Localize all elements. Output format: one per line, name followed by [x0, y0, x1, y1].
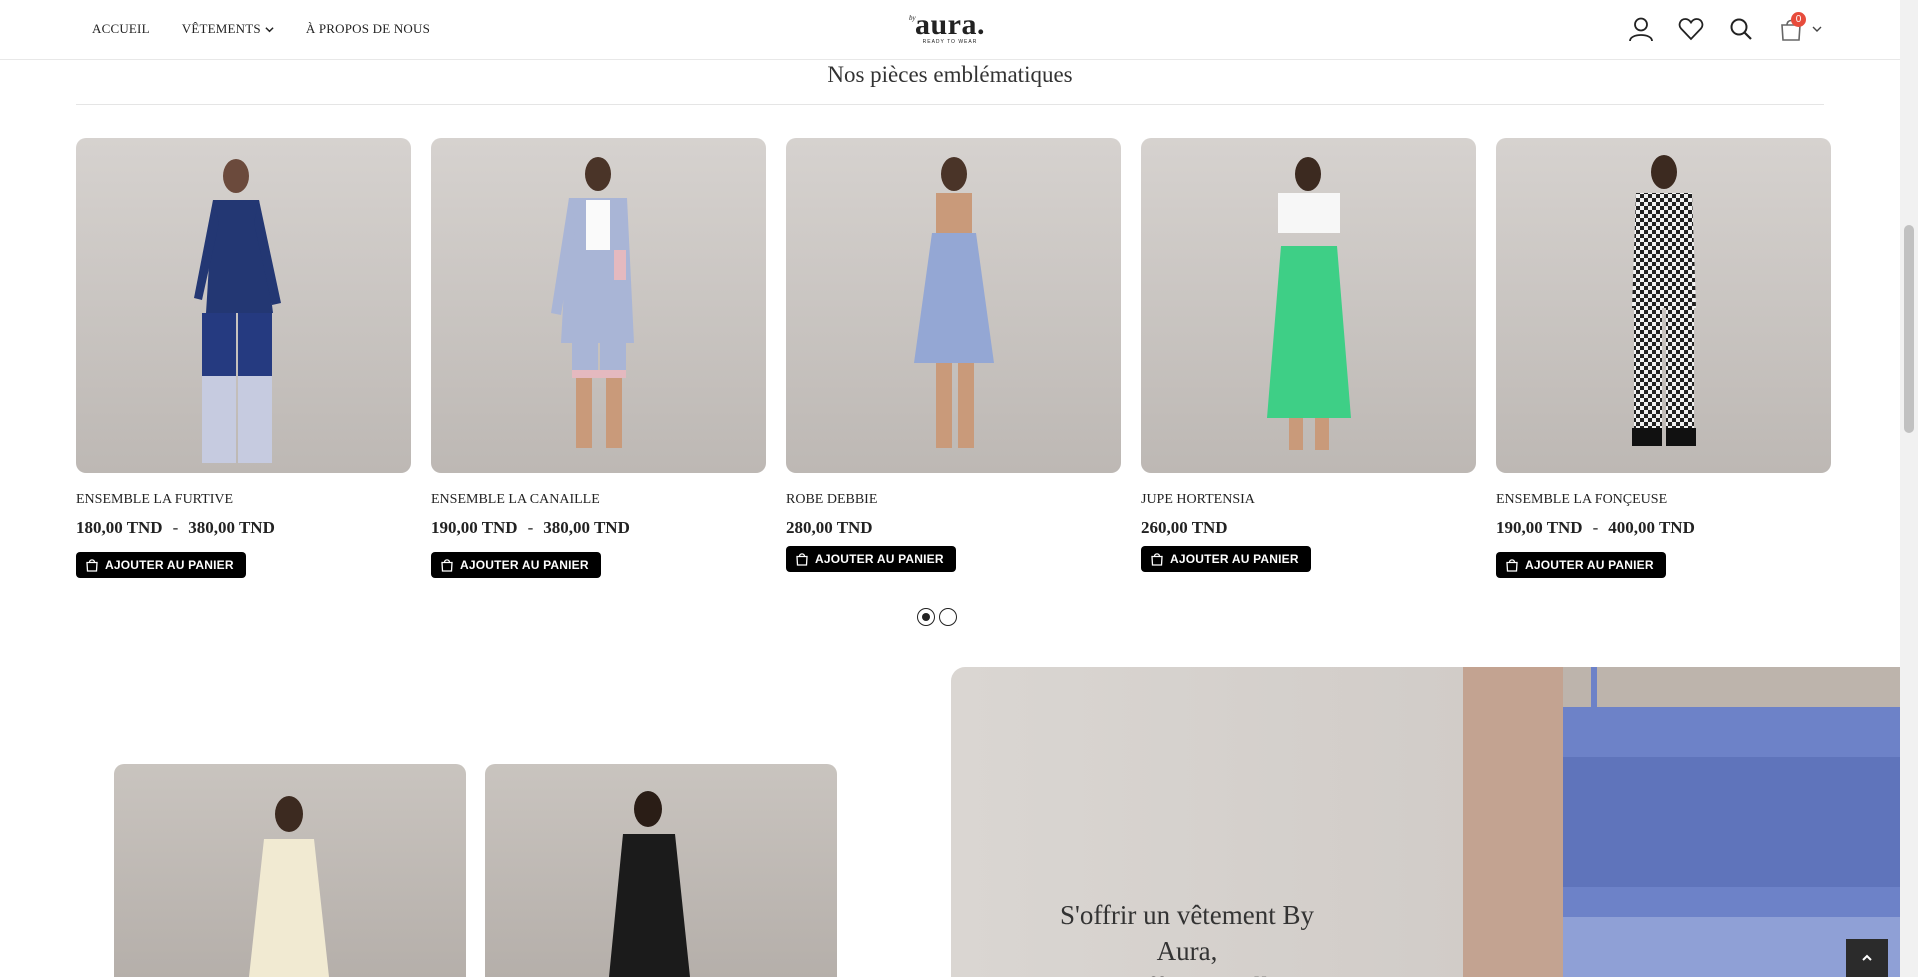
chevron-down-icon — [265, 26, 274, 32]
product-card: ENSEMBLE LA FONÇEUSE 190,00 TND -400,00 T… — [1496, 138, 1831, 578]
product-name[interactable]: ENSEMBLE LA CANAILLE — [431, 492, 766, 508]
nav-vetements[interactable]: VÊTEMENTS — [182, 21, 274, 37]
site-logo[interactable]: by aura. READY TO WEAR — [905, 10, 995, 48]
add-to-cart-button[interactable]: AJOUTER AU PANIER — [76, 552, 246, 578]
bag-icon — [86, 559, 98, 572]
product-name[interactable]: ROBE DEBBIE — [786, 492, 1121, 508]
add-to-cart-button[interactable]: AJOUTER AU PANIER — [431, 552, 601, 578]
product-card: JUPE HORTENSIA 260,00 TND AJOUTER AU PAN… — [1141, 138, 1476, 572]
product-price: 260,00 TND — [1141, 518, 1228, 537]
carousel-dot-1[interactable] — [917, 608, 935, 626]
product-name[interactable]: JUPE HORTENSIA — [1141, 492, 1476, 508]
logo-name: aura. — [915, 8, 985, 41]
product-image[interactable] — [76, 138, 411, 473]
carousel-dot-2[interactable] — [939, 608, 957, 626]
back-to-top-button[interactable] — [1846, 939, 1888, 977]
add-to-cart-button[interactable]: AJOUTER AU PANIER — [786, 546, 956, 572]
product-price: 190,00 TND -400,00 TND — [1496, 518, 1695, 537]
chevron-up-icon — [1862, 954, 1872, 961]
model-figure — [914, 157, 994, 448]
add-to-cart-button[interactable]: AJOUTER AU PANIER — [1496, 552, 1666, 578]
account-button[interactable] — [1626, 14, 1656, 44]
search-button[interactable] — [1726, 14, 1756, 44]
product-carousel: ENSEMBLE LA FURTIVE 180,00 TND -380,00 TN… — [76, 138, 1831, 598]
product-price: 190,00 TND -380,00 TND — [431, 518, 630, 537]
model-figure — [551, 157, 634, 448]
carousel-pagination — [917, 608, 957, 626]
cart-count-badge: 0 — [1791, 12, 1806, 27]
scrollbar-thumb[interactable] — [1904, 225, 1914, 433]
product-image[interactable] — [431, 138, 766, 473]
product-card: ENSEMBLE LA CANAILLE 190,00 TND -380,00 T… — [431, 138, 766, 578]
product-name[interactable]: ENSEMBLE LA FURTIVE — [76, 492, 411, 508]
main-nav: ACCUEIL VÊTEMENTS À PROPOS DE NOUS — [92, 21, 430, 37]
header-actions: 0 — [1626, 12, 1822, 44]
product-card: ENSEMBLE LA FURTIVE 180,00 TND -380,00 TN… — [76, 138, 411, 578]
bag-icon — [796, 553, 808, 566]
heart-icon — [1678, 18, 1704, 41]
search-icon — [1730, 18, 1752, 40]
brand-banner: S'offrir un vêtement By Aura, c'est s'of… — [951, 667, 1900, 977]
model-figure — [194, 159, 281, 463]
model-figure — [249, 796, 329, 977]
product-image[interactable] — [1496, 138, 1831, 473]
product-price: 280,00 TND — [786, 518, 873, 537]
add-to-cart-button[interactable]: AJOUTER AU PANIER — [1141, 546, 1311, 572]
model-figure — [1632, 155, 1696, 446]
product-image[interactable] — [1141, 138, 1476, 473]
user-icon — [1629, 17, 1653, 42]
bag-icon — [1506, 559, 1518, 572]
chevron-down-icon[interactable] — [1812, 24, 1822, 34]
product-image[interactable] — [786, 138, 1121, 473]
nav-a-propos[interactable]: À PROPOS DE NOUS — [306, 21, 430, 37]
cart-button[interactable]: 0 — [1776, 12, 1806, 44]
collection-card-1[interactable] — [114, 764, 466, 977]
site-header: ACCUEIL VÊTEMENTS À PROPOS DE NOUS by au… — [0, 0, 1900, 60]
logo-by: by — [909, 14, 916, 22]
model-figure — [1267, 157, 1351, 450]
wishlist-button[interactable] — [1676, 14, 1706, 44]
product-card: ROBE DEBBIE 280,00 TND AJOUTER AU PANIER — [786, 138, 1121, 572]
bag-icon — [1151, 553, 1163, 566]
banner-text: S'offrir un vêtement By Aura, c'est s'of… — [1059, 900, 1315, 977]
product-price: 180,00 TND -380,00 TND — [76, 518, 275, 537]
collection-card-2[interactable] — [485, 764, 837, 977]
nav-accueil[interactable]: ACCUEIL — [92, 21, 150, 37]
bag-icon — [441, 559, 453, 572]
section-title: Nos pièces emblématiques — [76, 62, 1824, 105]
model-figure — [609, 791, 690, 977]
page-scrollbar[interactable] — [1900, 0, 1918, 977]
product-name[interactable]: ENSEMBLE LA FONÇEUSE — [1496, 492, 1831, 508]
